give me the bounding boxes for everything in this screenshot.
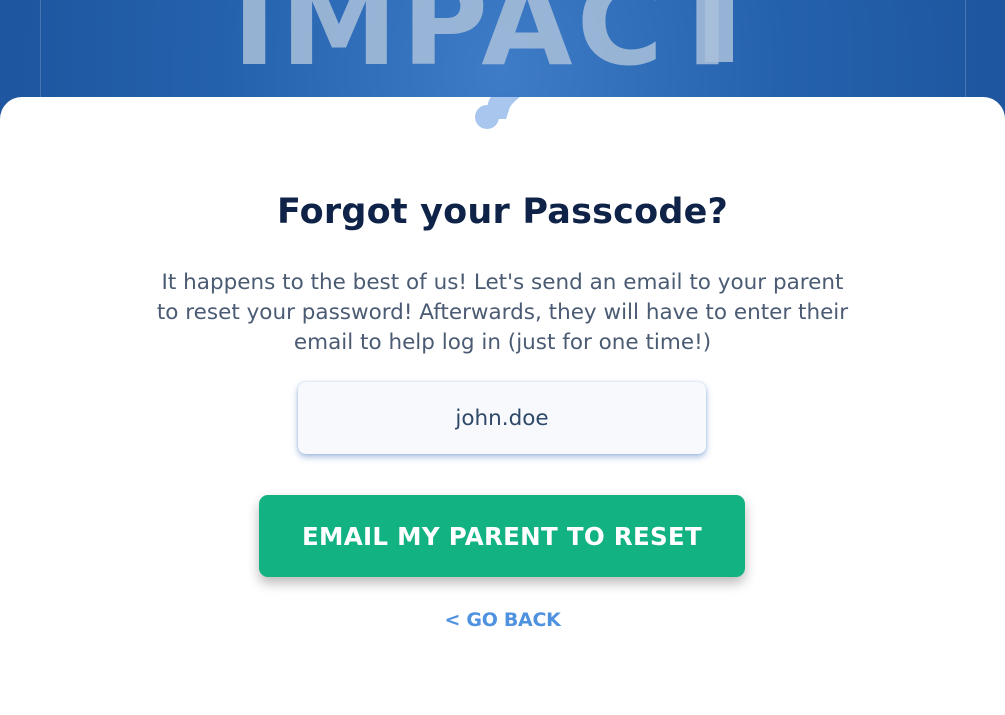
instructions-text: It happens to the best of us! Let's send… bbox=[156, 270, 849, 355]
page-title: Forgot your Passcode? bbox=[276, 192, 729, 232]
username-input[interactable] bbox=[298, 382, 706, 454]
go-back-link[interactable]: < GO BACK bbox=[444, 609, 560, 631]
go-back-link-container: < GO BACK bbox=[0, 609, 1005, 631]
email-parent-reset-button[interactable]: EMAIL MY PARENT TO RESET bbox=[259, 495, 745, 577]
brand-logo: IMPACT bbox=[232, 0, 751, 88]
brand-logo-text: IMPACT bbox=[232, 0, 751, 88]
